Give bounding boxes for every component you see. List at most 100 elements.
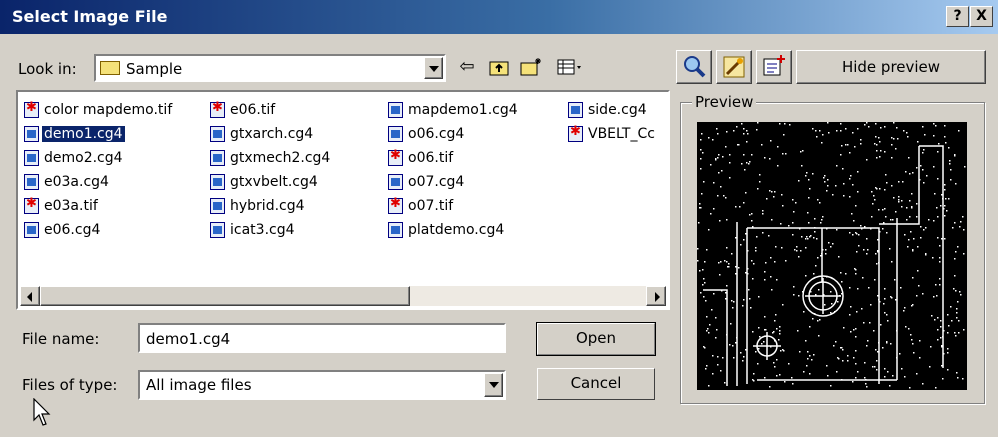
preview-speckle [882,347,884,349]
enhance-button[interactable] [716,50,752,84]
file-item[interactable]: color mapdemo.tif [24,98,174,122]
preview-speckle [855,273,857,275]
file-item[interactable]: platdemo.cg4 [388,218,520,242]
preview-speckle [830,291,832,293]
preview-speckle [855,269,857,271]
open-button[interactable]: Open [536,322,656,356]
preview-speckle [863,322,865,324]
preview-speckle [717,157,719,159]
scroll-thumb[interactable] [40,286,410,306]
file-item[interactable]: e03a.tif [24,194,174,218]
preview-speckle [857,171,859,173]
back-icon[interactable]: ⇦ [454,55,480,79]
files-of-type-combo[interactable]: All image files [138,370,506,400]
preview-speckle [726,285,728,287]
preview-speckle [954,332,956,334]
preview-speckle [768,235,770,237]
preview-speckle [803,311,805,313]
file-item[interactable]: o07.tif [388,194,520,218]
cg4-file-icon [210,150,225,166]
cancel-button[interactable]: Cancel [536,367,656,401]
file-item[interactable]: VBELT_Cc [568,122,666,146]
file-list[interactable]: color mapdemo.tif demo1.cg4 demo2.cg4 e03a.… [16,90,670,310]
file-name-label: File name: [22,330,100,348]
scroll-right-button[interactable] [646,286,666,306]
preview-speckle [821,253,823,255]
file-item[interactable]: hybrid.cg4 [210,194,332,218]
properties-button[interactable] [756,50,792,84]
file-item-label: demo1.cg4 [41,125,126,143]
file-item[interactable]: mapdemo1.cg4 [388,98,520,122]
file-item[interactable]: gtxmech2.cg4 [210,146,332,170]
preview-speckle [730,323,732,325]
preview-speckle [700,168,702,170]
preview-speckle [956,372,958,374]
new-folder-icon[interactable] [518,55,544,79]
help-button[interactable]: ? [946,6,969,27]
file-item[interactable]: demo1.cg4 [24,122,174,146]
preview-speckle [741,123,743,125]
file-item-label: e06.cg4 [44,222,101,238]
preview-speckle [944,136,946,138]
file-item[interactable]: demo2.cg4 [24,146,174,170]
preview-speckle [959,226,961,228]
files-of-type-dropdown-button[interactable] [484,373,503,397]
look-in-combo[interactable]: Sample [94,54,446,82]
preview-speckle [867,340,869,342]
preview-speckle [745,272,747,274]
preview-speckle [721,290,723,292]
file-item[interactable]: gtxarch.cg4 [210,122,332,146]
file-item[interactable]: e06.cg4 [24,218,174,242]
preview-speckle [916,203,918,205]
horizontal-scrollbar[interactable] [20,286,666,306]
zoom-button[interactable] [676,50,712,84]
hide-preview-button[interactable]: Hide preview [796,50,986,84]
file-name-input[interactable]: demo1.cg4 [138,323,506,353]
preview-speckle [849,232,851,234]
scroll-left-button[interactable] [20,286,40,306]
preview-speckle [890,296,892,298]
preview-speckle [781,247,783,249]
preview-speckle [877,295,879,297]
open-button-label: Open [575,329,617,347]
preview-speckle [845,273,847,275]
close-button[interactable]: X [970,6,993,27]
cg4-file-icon [388,222,403,238]
look-in-dropdown-button[interactable] [424,57,443,79]
preview-speckle [722,357,724,359]
preview-speckle [901,368,903,370]
file-item[interactable]: o06.tif [388,146,520,170]
file-item[interactable]: e03a.cg4 [24,170,174,194]
preview-speckle [842,360,844,362]
up-folder-icon[interactable] [486,55,512,79]
preview-speckle [911,339,913,341]
preview-speckle [747,250,749,252]
preview-speckle [698,222,700,224]
preview-speckle [903,130,905,132]
sparkle-icon [763,55,785,76]
preview-speckle [707,328,709,330]
preview-speckle [878,209,880,211]
file-item[interactable]: e06.tif [210,98,332,122]
preview-speckle [944,215,946,217]
cg4-file-icon [210,174,225,190]
preview-speckle [735,237,737,239]
preview-speckle [755,250,757,252]
file-item[interactable]: o07.cg4 [388,170,520,194]
preview-speckle [798,256,800,258]
preview-speckle [865,383,867,385]
preview-speckle [958,130,960,132]
preview-speckle [813,273,815,275]
preview-speckle [916,373,918,375]
view-menu-icon[interactable] [554,55,588,79]
preview-speckle [884,288,886,290]
file-item[interactable]: icat3.cg4 [210,218,332,242]
preview-speckle [814,231,816,233]
preview-speckle [765,262,767,264]
preview-speckle [708,385,710,387]
preview-speckle [884,298,886,300]
file-item[interactable]: side.cg4 [568,98,666,122]
file-item[interactable]: gtxvbelt.cg4 [210,170,332,194]
file-item[interactable]: o06.cg4 [388,122,520,146]
preview-speckle [852,132,854,134]
